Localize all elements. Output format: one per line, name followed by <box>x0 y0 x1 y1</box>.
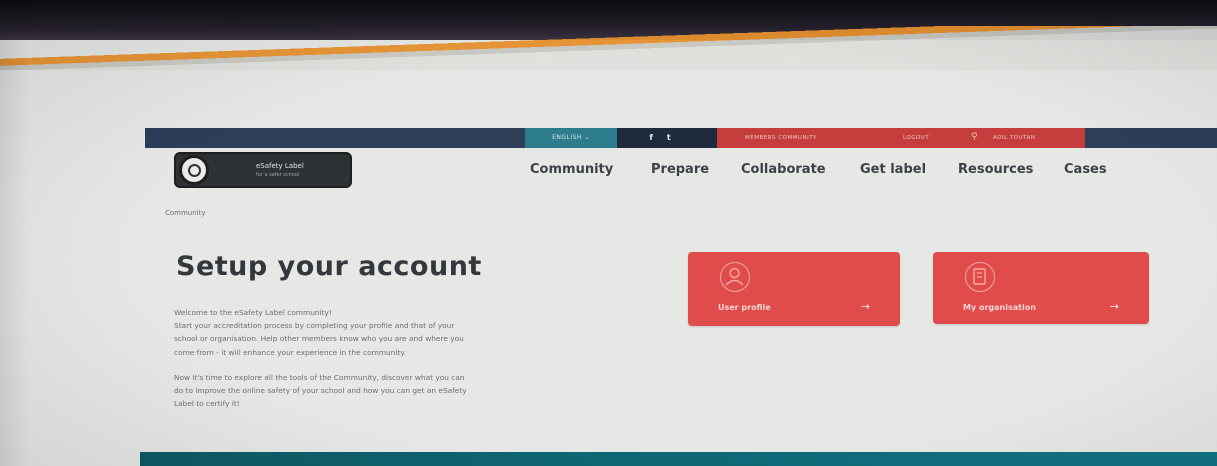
facebook-icon[interactable]: f <box>649 133 666 142</box>
organisation-icon <box>965 262 995 292</box>
social-links: ft <box>617 128 717 148</box>
arrow-right-icon: → <box>860 300 870 313</box>
intro-line: Start your accreditation process by comp… <box>174 321 455 331</box>
intro-line: Welcome to the eSafety Label community! <box>174 308 332 317</box>
nav-item-community[interactable]: Community <box>530 162 613 177</box>
intro-line: come from - it will enhance your experie… <box>174 347 407 357</box>
logout-link[interactable]: LOGOUT <box>903 128 929 148</box>
outro-paragraph: Now it's time to explore all the tools o… <box>174 371 644 411</box>
esafety-logo[interactable]: eSafety Label for a safer school <box>174 152 352 188</box>
user-profile-card[interactable]: User profile → <box>688 252 900 326</box>
outro-line: Label to certify it! <box>174 399 240 409</box>
footer-band <box>140 452 1217 466</box>
logo-title: eSafety Label <box>256 162 304 170</box>
photo-left-shade <box>0 40 30 466</box>
photo-screen-edge <box>0 26 1217 70</box>
nav-item-prepare[interactable]: Prepare <box>651 162 709 177</box>
nav-item-collaborate[interactable]: Collaborate <box>741 162 826 177</box>
page-title: Setup your account <box>176 251 482 282</box>
logo-emblem <box>179 155 209 185</box>
user-name-link[interactable]: ADIL TOUTAN <box>993 128 1035 148</box>
intro-line: school or organisation. Help other membe… <box>174 334 464 344</box>
user-profile-label: User profile <box>718 303 771 312</box>
chevron-down-icon: ⌄ <box>584 134 590 141</box>
my-organisation-card[interactable]: My organisation → <box>933 252 1149 324</box>
members-community-link[interactable]: MEMBERS COMMUNITY <box>745 128 817 148</box>
nav-item-cases[interactable]: Cases <box>1064 162 1107 177</box>
my-organisation-label: My organisation <box>963 303 1036 312</box>
breadcrumb[interactable]: Community <box>165 209 206 217</box>
top-utility-bar: ENGLISH ⌄ ft MEMBERS COMMUNITY LOGOUT ⚲ … <box>145 128 1217 148</box>
logo-subtitle: for a safer school <box>256 172 300 178</box>
outro-line: do to improve the online safety of your … <box>174 386 467 396</box>
arrow-right-icon: → <box>1109 300 1119 313</box>
language-selector[interactable]: ENGLISH ⌄ <box>525 128 617 148</box>
user-icon <box>720 262 750 292</box>
twitter-icon[interactable]: t <box>667 133 685 142</box>
smiley-icon <box>188 164 201 177</box>
member-bar: MEMBERS COMMUNITY LOGOUT ⚲ ADIL TOUTAN <box>717 128 1085 148</box>
outro-line: Now it's time to explore all the tools o… <box>174 373 465 382</box>
nav-item-resources[interactable]: Resources <box>958 162 1033 177</box>
user-icon: ⚲ <box>971 132 979 142</box>
intro-paragraph: Welcome to the eSafety Label community! … <box>174 306 644 359</box>
nav-item-get-label[interactable]: Get label <box>860 162 926 177</box>
language-label: ENGLISH <box>552 134 582 141</box>
